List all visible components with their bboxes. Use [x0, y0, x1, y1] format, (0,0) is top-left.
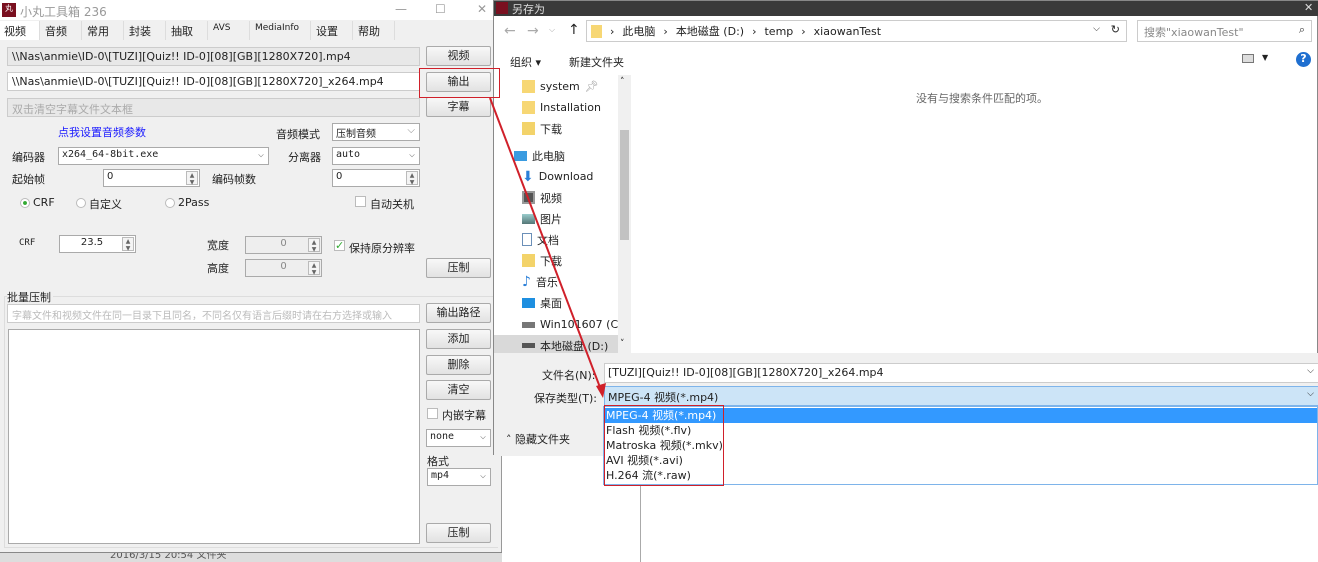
annotation-arrow [489, 97, 606, 398]
arrow-head-icon [596, 383, 606, 398]
arrow-line [489, 97, 602, 391]
